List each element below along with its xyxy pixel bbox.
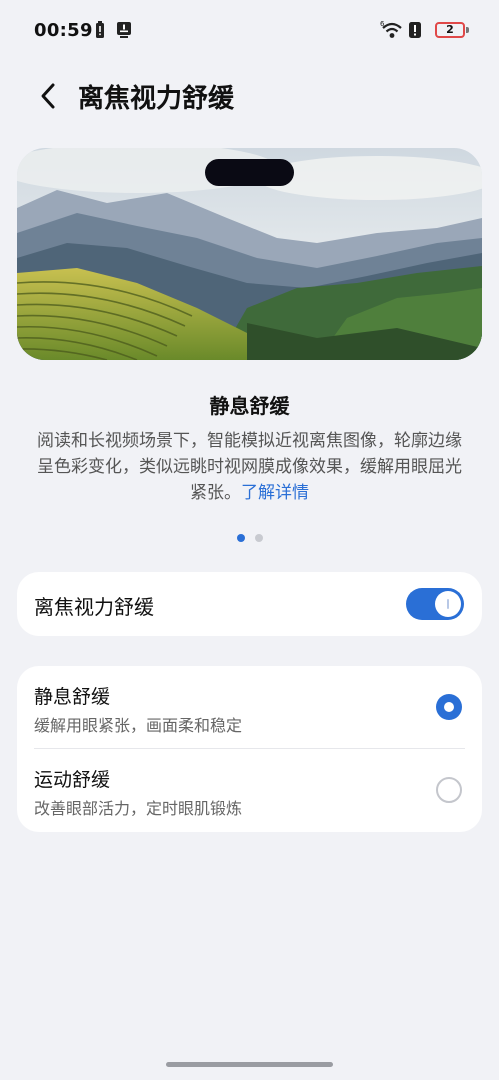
status-bar: 00:59 6 2: [0, 0, 499, 64]
option-motion-relief[interactable]: 运动舒缓 改善眼部活力，定时眼肌锻炼: [17, 749, 482, 832]
toggle-label: 离焦视力舒缓: [34, 595, 154, 619]
radio-unselected[interactable]: [436, 777, 462, 803]
camera-cutout: [205, 159, 294, 186]
mode-title: 静息舒缓: [209, 394, 290, 418]
mode-description: 阅读和长视频场景下，智能模拟近视离焦图像，轮廓边缘呈色彩变化，类似远眺时视网膜成…: [34, 428, 465, 506]
battery-low-icon: [95, 21, 105, 43]
battery-cap: [466, 27, 469, 33]
notification-icon: [116, 21, 132, 43]
switch-knob: [435, 591, 461, 617]
page-dot-active[interactable]: [236, 534, 245, 542]
options-card: 静息舒缓 缓解用眼紧张，画面柔和稳定 运动舒缓 改善眼部活力，定时眼肌锻炼: [17, 666, 482, 832]
option-subtitle: 改善眼部活力，定时眼肌锻炼: [34, 799, 243, 818]
hero-image[interactable]: [17, 148, 482, 360]
option-title: 静息舒缓: [34, 686, 111, 708]
chevron-left-icon: [41, 83, 55, 109]
option-rest-relief[interactable]: 静息舒缓 缓解用眼紧张，画面柔和稳定: [17, 666, 482, 749]
back-button[interactable]: [30, 78, 66, 114]
page-dot[interactable]: [254, 534, 263, 542]
learn-more-link[interactable]: 了解详情: [241, 483, 309, 503]
toggle-card: 离焦视力舒缓: [17, 572, 482, 636]
home-indicator[interactable]: [166, 1062, 333, 1067]
header: 离焦视力舒缓: [0, 70, 499, 120]
page-title: 离焦视力舒缓: [78, 84, 235, 114]
defocus-switch[interactable]: [406, 588, 464, 620]
status-time: 00:59: [34, 20, 93, 41]
alert-icon: [408, 21, 422, 43]
option-title: 运动舒缓: [34, 769, 111, 791]
radio-selected[interactable]: [436, 694, 462, 720]
wifi-icon: 6: [380, 19, 404, 43]
option-subtitle: 缓解用眼紧张，画面柔和稳定: [34, 716, 243, 735]
battery-icon: 2: [435, 22, 465, 38]
page-indicator: [0, 534, 499, 542]
